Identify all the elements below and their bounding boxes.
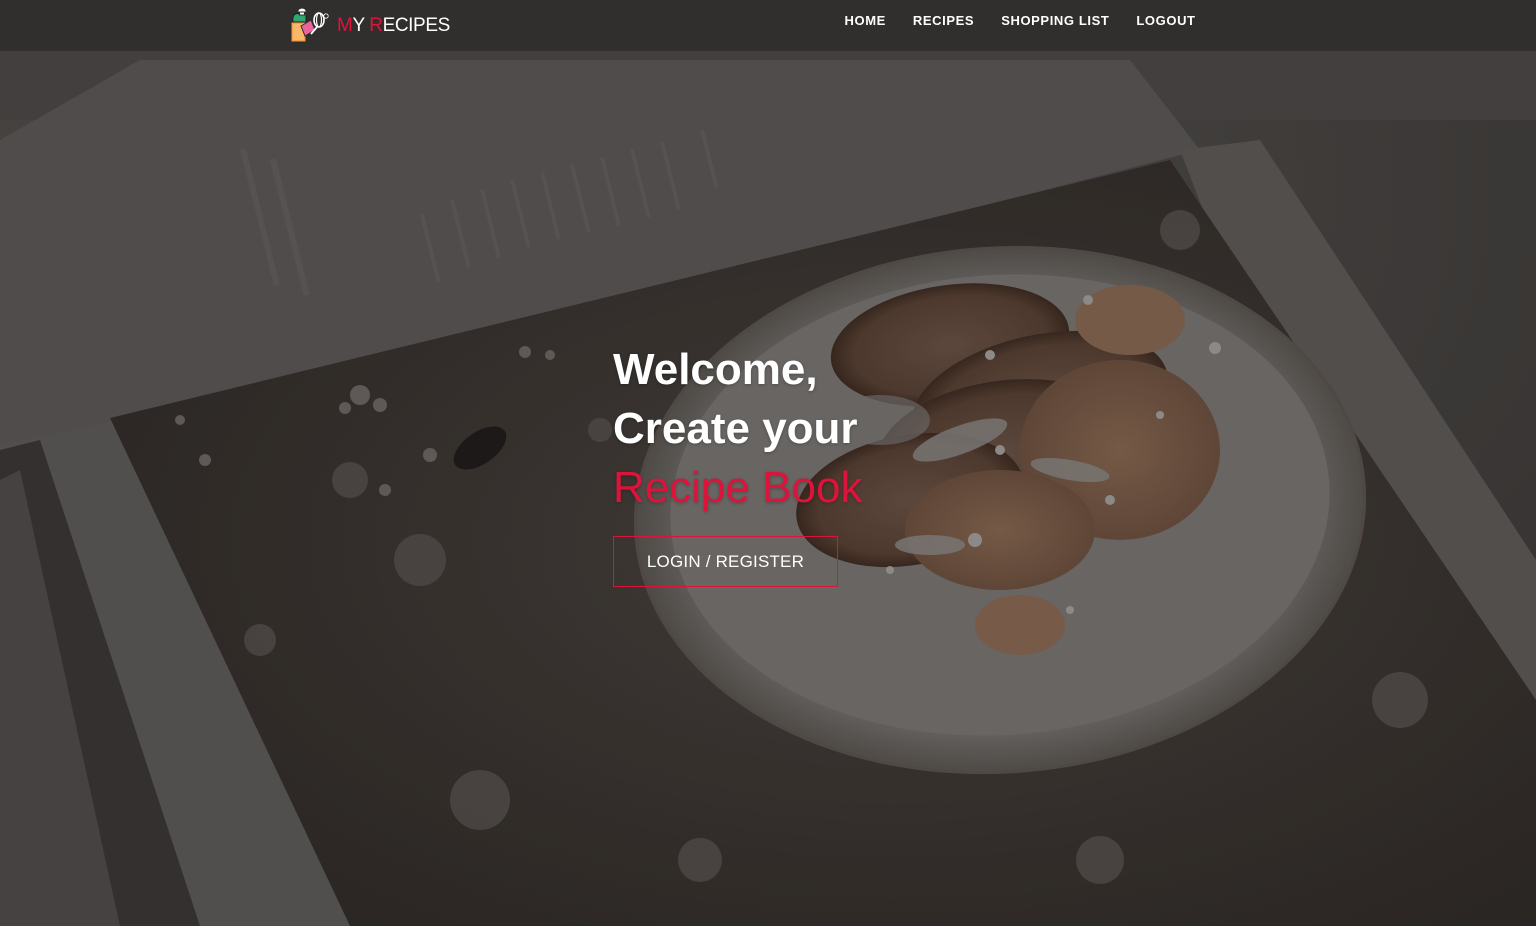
brand-word-ecipes: ECIPES (382, 14, 451, 36)
login-register-button[interactable]: LOGIN / REGISTER (613, 536, 838, 587)
brand-letter-m: M (337, 14, 353, 36)
brand-letter-y: Y (352, 14, 370, 36)
nav-item-shopping-list[interactable]: SHOPPING LIST (988, 13, 1123, 28)
nav-item-recipes[interactable]: RECIPES (899, 13, 987, 28)
brand-name: MY RECIPES (337, 16, 450, 35)
nav-item-home[interactable]: HOME (831, 13, 899, 28)
navbar: MY RECIPES HOME RECIPES SHOPPING LIST LO… (0, 0, 1536, 51)
brand-home-link[interactable]: MY RECIPES (289, 6, 450, 44)
recipe-book-chef-logo-icon (290, 7, 329, 43)
hero-welcome-line: Welcome, (613, 345, 818, 394)
hero: Welcome, Create your Recipe Book LOGIN /… (613, 340, 863, 587)
hero-recipe-book-line: Recipe Book (613, 463, 863, 512)
nav-item-logout[interactable]: LOGOUT (1123, 13, 1209, 28)
main-nav: HOME RECIPES SHOPPING LIST LOGOUT (831, 0, 1209, 41)
brand-letter-r: R (369, 14, 383, 36)
page: MY RECIPES HOME RECIPES SHOPPING LIST LO… (0, 0, 1536, 926)
hero-create-line: Create your (613, 404, 858, 453)
